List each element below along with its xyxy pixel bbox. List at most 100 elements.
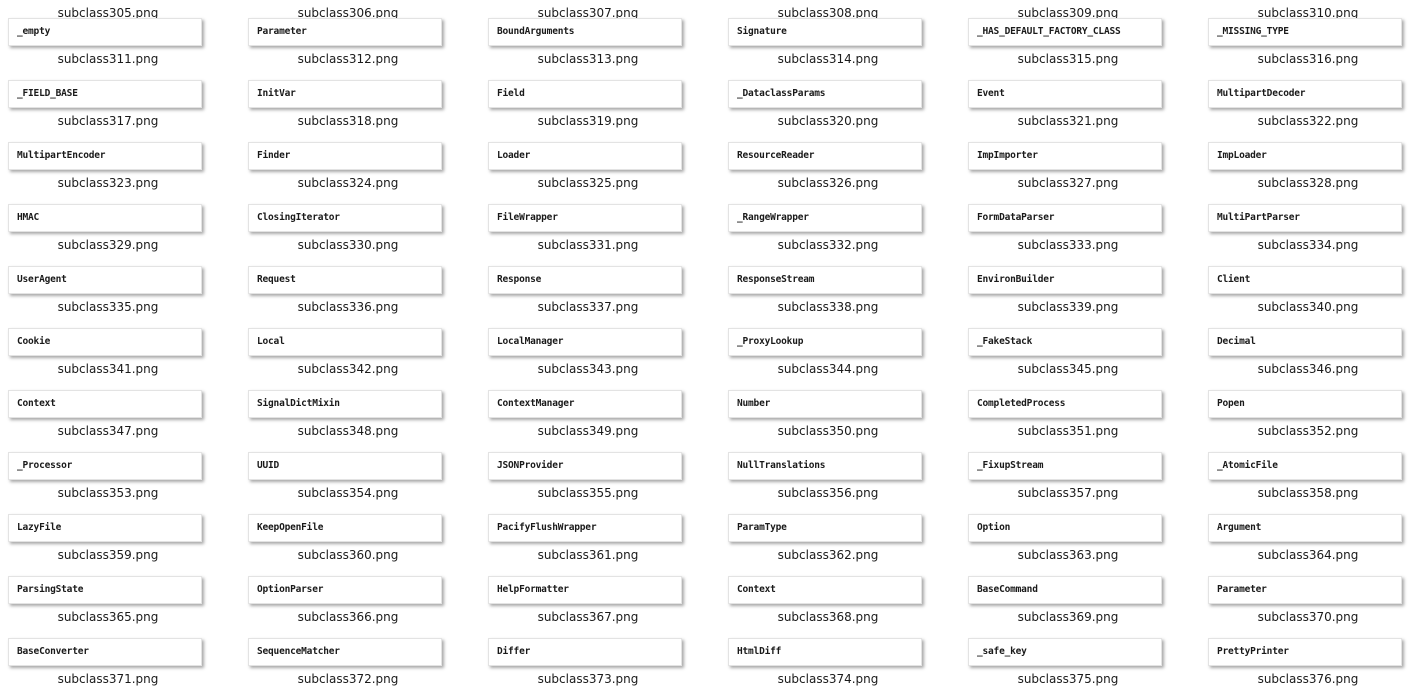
file-thumbnail[interactable]: HelpFormatter <box>488 576 682 604</box>
file-thumbnail[interactable]: Request <box>248 266 442 294</box>
file-thumbnail[interactable]: _DataclassParams <box>728 80 922 108</box>
file-tile[interactable]: HelpFormatter subclass367.png <box>480 576 720 638</box>
file-thumbnail[interactable]: _MISSING_TYPE <box>1208 18 1402 46</box>
file-tile[interactable]: Parameter subclass312.png <box>240 18 480 80</box>
file-thumbnail[interactable]: BaseCommand <box>968 576 1162 604</box>
file-thumbnail[interactable]: Finder <box>248 142 442 170</box>
file-thumbnail[interactable]: _FixupStream <box>968 452 1162 480</box>
file-thumbnail[interactable]: MultipartEncoder <box>8 142 202 170</box>
file-thumbnail[interactable]: ResponseStream <box>728 266 922 294</box>
file-tile[interactable]: Parameter subclass370.png <box>1200 576 1419 638</box>
file-tile[interactable]: KeepOpenFile subclass360.png <box>240 514 480 576</box>
file-tile[interactable]: ResourceReader subclass326.png <box>720 142 960 204</box>
file-tile[interactable]: _FIELD_BASE subclass317.png <box>0 80 240 142</box>
file-name-label[interactable]: subclass368.png <box>720 610 936 624</box>
file-tile[interactable]: Context subclass347.png <box>0 390 240 452</box>
file-tile[interactable]: _DataclassParams subclass320.png <box>720 80 960 142</box>
file-tile[interactable]: ResponseStream subclass338.png <box>720 266 960 328</box>
file-name-label[interactable]: subclass324.png <box>240 176 456 190</box>
file-tile[interactable]: MultipartDecoder subclass322.png <box>1200 80 1419 142</box>
file-thumbnail[interactable]: BaseConverter <box>8 638 202 666</box>
file-name-label[interactable]: subclass345.png <box>960 362 1176 376</box>
file-tile[interactable]: BaseConverter subclass371.png <box>0 638 240 689</box>
file-name-label[interactable]: subclass358.png <box>1200 486 1416 500</box>
file-name-label[interactable]: subclass370.png <box>1200 610 1416 624</box>
file-tile[interactable]: Event subclass321.png <box>960 80 1200 142</box>
file-name-label[interactable]: subclass311.png <box>0 52 216 66</box>
file-tile[interactable]: Response subclass337.png <box>480 266 720 328</box>
file-name-label[interactable]: subclass376.png <box>1200 672 1416 686</box>
file-name-label[interactable]: subclass372.png <box>240 672 456 686</box>
file-tile[interactable]: MultipartEncoder subclass323.png <box>0 142 240 204</box>
file-thumbnail[interactable]: Parameter <box>1208 576 1402 604</box>
file-tile[interactable]: Option subclass363.png <box>960 514 1200 576</box>
file-thumbnail[interactable]: Signature <box>728 18 922 46</box>
file-tile[interactable]: ParsingState subclass365.png <box>0 576 240 638</box>
file-tile[interactable]: Number subclass350.png <box>720 390 960 452</box>
file-tile[interactable]: Popen subclass352.png <box>1200 390 1419 452</box>
file-tile[interactable]: BaseCommand subclass369.png <box>960 576 1200 638</box>
file-name-label[interactable]: subclass369.png <box>960 610 1176 624</box>
file-tile[interactable]: PrettyPrinter subclass376.png <box>1200 638 1419 689</box>
file-thumbnail[interactable]: _FIELD_BASE <box>8 80 202 108</box>
file-name-label[interactable]: subclass334.png <box>1200 238 1416 252</box>
file-thumbnail[interactable]: Context <box>728 576 922 604</box>
file-tile[interactable]: _MISSING_TYPE subclass316.png <box>1200 18 1419 80</box>
file-name-label[interactable]: subclass356.png <box>720 486 936 500</box>
file-thumbnail[interactable]: PrettyPrinter <box>1208 638 1402 666</box>
file-tile[interactable]: _RangeWrapper subclass332.png <box>720 204 960 266</box>
file-thumbnail[interactable]: _RangeWrapper <box>728 204 922 232</box>
file-tile[interactable]: HMAC subclass329.png <box>0 204 240 266</box>
file-name-label[interactable]: subclass315.png <box>960 52 1176 66</box>
file-thumbnail[interactable]: ImpLoader <box>1208 142 1402 170</box>
file-tile[interactable]: InitVar subclass318.png <box>240 80 480 142</box>
file-tile[interactable]: PacifyFlushWrapper subclass361.png <box>480 514 720 576</box>
file-tile[interactable]: Request subclass336.png <box>240 266 480 328</box>
file-tile[interactable]: UUID subclass354.png <box>240 452 480 514</box>
file-thumbnail[interactable]: Option <box>968 514 1162 542</box>
file-tile[interactable]: Cookie subclass341.png <box>0 328 240 390</box>
file-name-label[interactable]: subclass352.png <box>1200 424 1416 438</box>
file-thumbnail[interactable]: ParamType <box>728 514 922 542</box>
file-name-label[interactable]: subclass350.png <box>720 424 936 438</box>
file-thumbnail[interactable]: LazyFile <box>8 514 202 542</box>
file-thumbnail[interactable]: Argument <box>1208 514 1402 542</box>
file-tile[interactable]: ContextManager subclass349.png <box>480 390 720 452</box>
file-thumbnail[interactable]: CompletedProcess <box>968 390 1162 418</box>
file-thumbnail[interactable]: EnvironBuilder <box>968 266 1162 294</box>
file-thumbnail[interactable]: Popen <box>1208 390 1402 418</box>
file-thumbnail[interactable]: UUID <box>248 452 442 480</box>
file-name-label[interactable]: subclass323.png <box>0 176 216 190</box>
file-thumbnail[interactable]: Loader <box>488 142 682 170</box>
file-thumbnail[interactable]: SignalDictMixin <box>248 390 442 418</box>
file-thumbnail[interactable]: Field <box>488 80 682 108</box>
file-tile[interactable]: LazyFile subclass359.png <box>0 514 240 576</box>
file-tile[interactable]: _FixupStream subclass357.png <box>960 452 1200 514</box>
file-tile[interactable]: Loader subclass325.png <box>480 142 720 204</box>
file-name-label[interactable]: subclass313.png <box>480 52 696 66</box>
file-thumbnail[interactable]: ClosingIterator <box>248 204 442 232</box>
file-thumbnail[interactable]: SequenceMatcher <box>248 638 442 666</box>
file-tile[interactable]: _safe_key subclass375.png <box>960 638 1200 689</box>
file-thumbnail[interactable]: OptionParser <box>248 576 442 604</box>
file-name-label[interactable]: subclass339.png <box>960 300 1176 314</box>
file-tile[interactable]: Context subclass368.png <box>720 576 960 638</box>
file-tile[interactable]: FormDataParser subclass333.png <box>960 204 1200 266</box>
file-thumbnail[interactable]: _HAS_DEFAULT_FACTORY_CLASS <box>968 18 1162 46</box>
file-thumbnail[interactable]: FormDataParser <box>968 204 1162 232</box>
file-tile[interactable]: UserAgent subclass335.png <box>0 266 240 328</box>
file-thumbnail[interactable]: ResourceReader <box>728 142 922 170</box>
file-tile[interactable]: ParamType subclass362.png <box>720 514 960 576</box>
file-name-label[interactable]: subclass362.png <box>720 548 936 562</box>
file-thumbnail[interactable]: Context <box>8 390 202 418</box>
file-tile[interactable]: LocalManager subclass343.png <box>480 328 720 390</box>
file-name-label[interactable]: subclass314.png <box>720 52 936 66</box>
file-thumbnail[interactable]: _FakeStack <box>968 328 1162 356</box>
file-tile[interactable]: _FakeStack subclass345.png <box>960 328 1200 390</box>
file-thumbnail[interactable]: PacifyFlushWrapper <box>488 514 682 542</box>
file-name-label[interactable]: subclass332.png <box>720 238 936 252</box>
file-name-label[interactable]: subclass351.png <box>960 424 1176 438</box>
file-name-label[interactable]: subclass355.png <box>480 486 696 500</box>
file-name-label[interactable]: subclass312.png <box>240 52 456 66</box>
file-thumbnail[interactable]: BoundArguments <box>488 18 682 46</box>
